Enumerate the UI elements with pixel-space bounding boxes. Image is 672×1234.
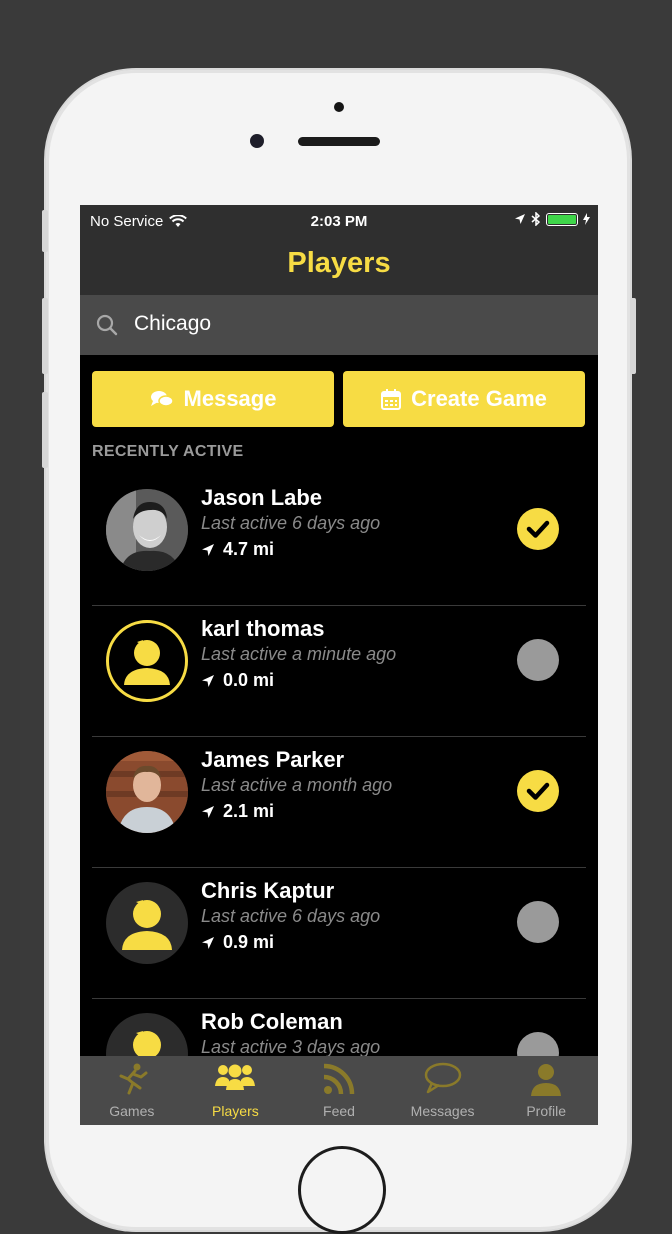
volume-down-button	[42, 392, 48, 468]
player-row[interactable]: James Parker Last active a month ago 2.1…	[92, 737, 586, 868]
front-camera	[250, 134, 264, 148]
player-row[interactable]: Chris Kaptur Last active 6 days ago 0.9 …	[92, 868, 586, 999]
nav-bar: Players	[80, 237, 598, 295]
player-distance: 2.1 mi	[201, 801, 274, 822]
player-name: Jason Labe	[201, 485, 323, 510]
earpiece-speaker	[298, 137, 380, 146]
bluetooth-icon	[531, 212, 541, 226]
player-distance-value: 2.1 mi	[223, 801, 275, 821]
unselected-circle[interactable]	[517, 901, 559, 943]
tab-profile[interactable]: Profile	[494, 1056, 598, 1125]
player-name: karl thomas	[201, 616, 325, 641]
page-title: Players	[287, 247, 391, 279]
tab-players[interactable]: Players	[184, 1056, 288, 1125]
tab-bar: Games Players Feed Messages Profile	[80, 1056, 598, 1125]
proximity-sensor	[334, 102, 344, 112]
player-last-active: Last active a month ago	[201, 775, 393, 795]
tab-label: Messages	[410, 1103, 475, 1119]
power-button	[630, 298, 636, 374]
location-arrow-icon	[202, 543, 214, 556]
location-arrow-icon	[202, 674, 214, 687]
charging-bolt-icon	[583, 213, 590, 225]
mute-switch	[42, 210, 48, 252]
player-row[interactable]: karl thomas Last active a minute ago 0.0…	[92, 606, 586, 737]
player-distance-value: 0.0 mi	[223, 670, 275, 690]
player-last-active: Last active 6 days ago	[201, 513, 381, 533]
runner-icon	[119, 1063, 148, 1095]
avatar-photo	[106, 751, 188, 833]
person-icon	[531, 1064, 562, 1096]
avatar	[106, 882, 188, 964]
tab-games[interactable]: Games	[80, 1056, 184, 1125]
player-last-active: Last active 3 days ago	[201, 1037, 381, 1057]
player-row[interactable]: Jason Labe Last active 6 days ago 4.7 mi	[92, 475, 586, 606]
search-input[interactable]	[134, 309, 574, 339]
player-distance-value: 0.9 mi	[223, 932, 275, 952]
search-icon	[96, 314, 118, 336]
selected-checkmark[interactable]	[517, 508, 559, 550]
battery-icon	[546, 212, 578, 226]
player-name: Rob Coleman	[201, 1009, 343, 1034]
rss-icon	[323, 1063, 355, 1095]
checkmark-icon	[526, 520, 550, 538]
search-bar[interactable]	[80, 295, 598, 355]
player-last-active: Last active 6 days ago	[201, 906, 381, 926]
volume-up-button	[42, 298, 48, 374]
avatar	[106, 489, 188, 571]
group-icon	[215, 1064, 256, 1090]
section-header-recently-active: RECENTLY ACTIVE	[92, 443, 244, 460]
location-arrow-icon	[515, 214, 525, 224]
player-name: Chris Kaptur	[201, 878, 335, 903]
home-button[interactable]	[298, 1146, 386, 1234]
tab-label: Feed	[323, 1103, 355, 1119]
action-buttons: Message Create Game	[92, 371, 586, 427]
player-distance: 0.0 mi	[201, 670, 274, 691]
create-game-button-label: Create Game	[411, 386, 547, 411]
players-list: Jason Labe Last active 6 days ago 4.7 mi	[92, 475, 586, 1125]
selected-checkmark[interactable]	[517, 770, 559, 812]
chat-icon	[150, 391, 174, 407]
location-arrow-icon	[202, 805, 214, 818]
status-bar: No Service 2:03 PM	[80, 205, 598, 237]
app-screen: No Service 2:03 PM Players Chicago Messa…	[80, 205, 598, 1125]
tab-label: Profile	[526, 1103, 567, 1119]
tab-feed[interactable]: Feed	[287, 1056, 391, 1125]
tab-messages[interactable]: Messages	[391, 1056, 495, 1125]
player-name: James Parker	[201, 747, 345, 772]
checkmark-icon	[526, 782, 550, 800]
create-game-button[interactable]: Create Game	[343, 371, 585, 427]
tab-label: Players	[212, 1103, 259, 1119]
location-arrow-icon	[202, 936, 214, 949]
avatar	[106, 751, 188, 833]
tab-label: Games	[109, 1103, 155, 1119]
person-placeholder-icon	[124, 640, 170, 685]
player-distance: 4.7 mi	[201, 539, 274, 560]
player-distance: 0.9 mi	[201, 932, 274, 953]
speech-bubble-icon	[424, 1062, 461, 1094]
message-button-label: Message	[183, 386, 277, 411]
avatar-photo	[106, 489, 188, 571]
avatar	[106, 620, 188, 702]
player-distance-value: 4.7 mi	[223, 539, 275, 559]
calendar-icon	[381, 388, 402, 410]
player-last-active: Last active a minute ago	[201, 644, 397, 664]
unselected-circle[interactable]	[517, 639, 559, 681]
person-placeholder-icon	[122, 900, 172, 950]
message-button[interactable]: Message	[92, 371, 334, 427]
